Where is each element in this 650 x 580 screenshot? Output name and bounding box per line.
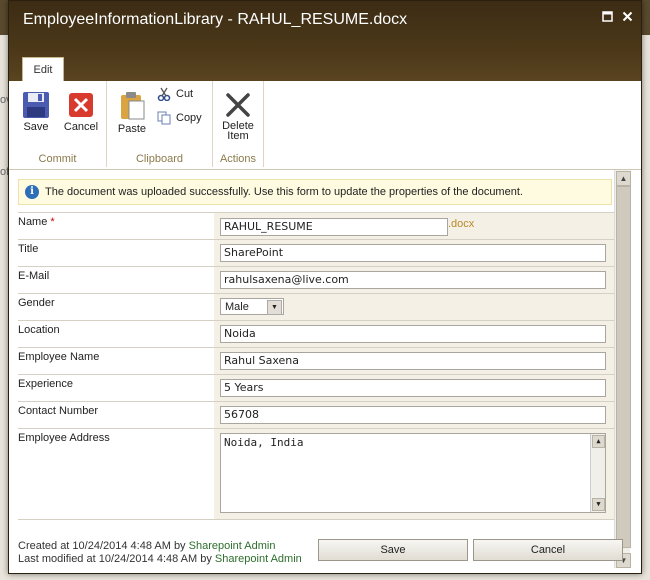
name-label: Name *: [18, 213, 214, 242]
contact-number-label: Contact Number: [18, 405, 99, 417]
employee-address-text: Noida, India: [224, 436, 304, 449]
title-value-cell: SharePoint: [214, 240, 614, 266]
modified-text: Last modified at 10/24/2014 4:48 AM by: [18, 553, 215, 565]
ribbon-group-commit: Save Cancel Commit: [9, 81, 107, 167]
employee-address-value-cell: Noida, India ▲ ▼: [214, 429, 614, 519]
ribbon-cancel-label: Cancel: [63, 121, 99, 133]
copy-button[interactable]: Copy: [157, 111, 202, 125]
scroll-up-icon[interactable]: ▲: [616, 171, 631, 186]
delete-item-button[interactable]: Delete Item: [218, 87, 258, 142]
ribbon-cancel-button[interactable]: Cancel: [61, 87, 101, 133]
created-by-link[interactable]: Sharepoint Admin: [189, 540, 276, 552]
cancel-button[interactable]: Cancel: [473, 539, 623, 561]
scroll-thumb[interactable]: [616, 186, 631, 548]
dialog-title: EmployeeInformationLibrary - RAHUL_RESUM…: [23, 11, 408, 28]
name-label-text: Name: [18, 216, 48, 228]
dialog-titlebar: EmployeeInformationLibrary - RAHUL_RESUM…: [9, 1, 641, 82]
created-info: Created at 10/24/2014 4:48 AM by Sharepo…: [18, 540, 302, 553]
close-icon[interactable]: [621, 11, 633, 23]
form-row-gender: Gender Male ▼: [18, 293, 614, 320]
cut-label: Cut: [176, 88, 194, 100]
cancel-x-icon: [69, 93, 93, 117]
gender-select[interactable]: Male ▼: [220, 298, 284, 315]
employee-name-label: Employee Name: [18, 351, 100, 363]
delete-x-icon: [226, 93, 250, 117]
form-row-email: E-Mail rahulsaxena@live.com: [18, 266, 614, 293]
employee-name-input[interactable]: Rahul Saxena: [220, 352, 606, 370]
experience-value-cell: 5 Years: [214, 375, 614, 401]
ribbon-save-button[interactable]: Save: [16, 87, 56, 133]
upload-success-message: i The document was uploaded successfully…: [18, 179, 612, 205]
created-text: Created at 10/24/2014 4:48 AM by: [18, 540, 189, 552]
title-input[interactable]: SharePoint: [220, 244, 606, 262]
location-label: Location: [18, 324, 60, 336]
ribbon-group-actions: Delete Item Actions: [213, 81, 264, 167]
employee-address-textarea[interactable]: Noida, India ▲ ▼: [220, 433, 606, 513]
paste-label: Paste: [117, 123, 147, 135]
modified-by-link[interactable]: Sharepoint Admin: [215, 553, 302, 565]
tab-edit[interactable]: Edit: [22, 57, 64, 82]
ribbon-group-label: Commit: [38, 153, 77, 165]
floppy-disk-icon: [23, 92, 49, 118]
cut-button[interactable]: Cut: [157, 87, 193, 101]
gender-label: Gender: [18, 297, 55, 309]
info-icon: i: [25, 185, 39, 199]
item-metadata: Created at 10/24/2014 4:48 AM by Sharepo…: [18, 540, 302, 566]
scroll-up-icon[interactable]: ▲: [592, 435, 605, 448]
form-row-employee-name: Employee Name Rahul Saxena: [18, 347, 614, 374]
ribbon-group-label: Clipboard: [135, 153, 184, 165]
ribbon-group-label: Actions: [219, 153, 257, 165]
paste-button[interactable]: Paste: [112, 87, 152, 135]
form-row-contact-number: Contact Number 56708: [18, 401, 614, 428]
ribbon-save-label: Save: [23, 121, 49, 133]
form-row-name: Name * RAHUL_RESUME .docx: [18, 212, 614, 239]
copy-icon: [157, 111, 171, 125]
contact-number-input[interactable]: 56708: [220, 406, 606, 424]
form-row-location: Location Noida: [18, 320, 614, 347]
required-marker: *: [50, 216, 55, 228]
ribbon-group-clipboard: Paste Cut Copy Clipboard: [107, 81, 213, 167]
ribbon: Save Cancel Commit Paste Cut Copy Clipbo…: [9, 81, 641, 170]
message-text: The document was uploaded successfully. …: [45, 186, 523, 198]
file-extension: .docx: [448, 218, 475, 230]
email-label: E-Mail: [18, 270, 50, 282]
copy-label: Copy: [176, 112, 202, 124]
maximize-icon[interactable]: [601, 11, 613, 23]
experience-input[interactable]: 5 Years: [220, 379, 606, 397]
employee-name-value-cell: Rahul Saxena: [214, 348, 614, 374]
title-label: Title: [18, 243, 39, 255]
name-value-cell: RAHUL_RESUME .docx: [214, 213, 614, 239]
chevron-down-icon[interactable]: ▼: [267, 300, 282, 315]
location-value-cell: Noida: [214, 321, 614, 347]
save-button[interactable]: Save: [318, 539, 468, 561]
location-input[interactable]: Noida: [220, 325, 606, 343]
email-input[interactable]: rahulsaxena@live.com: [220, 271, 606, 289]
paste-clipboard-icon: [121, 92, 145, 120]
gender-selected-value: Male: [225, 301, 249, 313]
employee-address-label: Employee Address: [18, 432, 110, 444]
scissors-icon: [157, 87, 171, 101]
form-row-employee-address: Employee Address Noida, India ▲ ▼: [18, 428, 614, 520]
delete-label: Item: [227, 130, 249, 142]
email-value-cell: rahulsaxena@live.com: [214, 267, 614, 293]
gender-value-cell: Male ▼: [214, 294, 614, 320]
textarea-scrollbar[interactable]: ▲ ▼: [590, 434, 605, 512]
form-scrollbar[interactable]: ▲ ▼: [614, 170, 631, 568]
form-row-experience: Experience 5 Years: [18, 374, 614, 401]
name-input[interactable]: RAHUL_RESUME: [220, 218, 448, 236]
experience-label: Experience: [18, 378, 74, 390]
scroll-down-icon[interactable]: ▼: [592, 498, 605, 511]
modified-info: Last modified at 10/24/2014 4:48 AM by S…: [18, 553, 302, 566]
form-row-title: Title SharePoint: [18, 239, 614, 266]
contact-number-value-cell: 56708: [214, 402, 614, 428]
